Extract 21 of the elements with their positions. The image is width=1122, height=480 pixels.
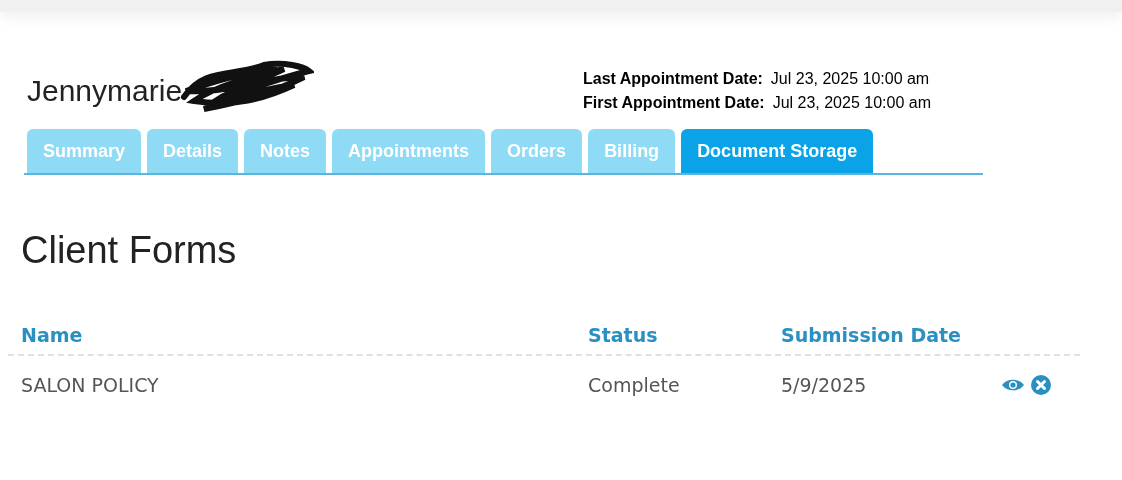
date-label: First Appointment Date:	[583, 94, 765, 112]
tab[interactable]: Summary	[27, 129, 142, 173]
column-header: Status	[588, 324, 659, 346]
table-cell-text: SALON POLICY	[20, 374, 160, 396]
tab[interactable]: Details	[147, 129, 239, 173]
tab[interactable]: Orders	[491, 129, 583, 173]
delete-icon[interactable]	[1031, 375, 1051, 395]
section-title: Client Forms	[21, 229, 238, 272]
table-cell-text: 5/9/2025	[781, 374, 868, 396]
date-label: Last Appointment Date:	[583, 70, 763, 88]
column-header: Name	[20, 324, 84, 346]
column-header: Submission Date	[781, 324, 962, 346]
tab[interactable]: Billing	[588, 129, 676, 173]
date-value: Jul 23, 2025 10:00 am	[772, 94, 931, 112]
tab[interactable]: Notes	[244, 129, 327, 173]
table-cell-text: Complete	[588, 374, 681, 396]
date-value: Jul 23, 2025 10:00 am	[770, 70, 930, 88]
client-name: Jennymarie	[27, 74, 183, 108]
tab[interactable]: Document Storage	[681, 129, 874, 173]
view-eye-icon[interactable]	[1001, 378, 1025, 392]
tab[interactable]: Appointments	[332, 129, 486, 173]
